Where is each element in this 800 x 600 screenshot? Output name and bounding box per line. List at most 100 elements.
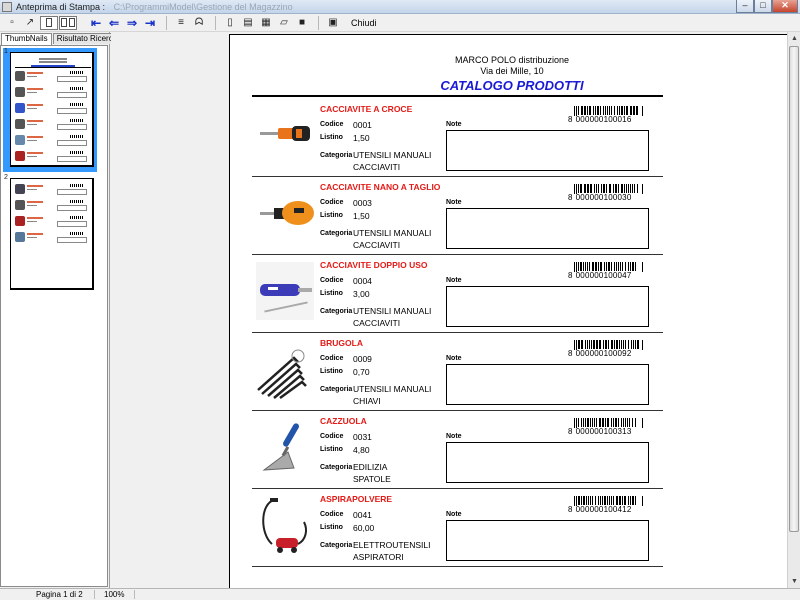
- barcode-number: 8 000000100047: [568, 271, 631, 280]
- two-pages-icon[interactable]: [59, 15, 77, 30]
- vertical-scrollbar[interactable]: ▲ ▼: [787, 32, 800, 588]
- notes-label: Note: [446, 277, 462, 284]
- barcode-bar: [597, 106, 599, 115]
- barcode-bar: [584, 184, 586, 193]
- product-name: ASPIRAPOLVERE: [320, 494, 393, 504]
- barcode-bar: [636, 106, 638, 115]
- notes-box: [446, 520, 649, 561]
- cursor-icon[interactable]: ↗: [22, 15, 38, 31]
- scroll-up-icon[interactable]: ▲: [788, 32, 800, 45]
- barcode-bar: [620, 262, 621, 271]
- toolbar-separator: [215, 15, 216, 30]
- barcode-bar: [621, 340, 622, 349]
- category-label: Categoria: [320, 152, 353, 159]
- first-page-icon[interactable]: ⇤: [88, 15, 104, 31]
- barcode-left-digits: 000000: [575, 193, 604, 202]
- minimize-icon[interactable]: –: [736, 0, 754, 13]
- print-icon[interactable]: ▦: [258, 15, 274, 31]
- exit-icon[interactable]: ▣: [325, 15, 341, 31]
- window-title: Anteprima di Stampa : C:\ProgrammiModel\…: [16, 2, 293, 12]
- tab-thumbnails[interactable]: ThumbNails: [1, 33, 52, 45]
- scrollbar-thumb[interactable]: [789, 46, 799, 532]
- thumbnail-number: 2: [4, 174, 8, 181]
- open-folder-icon[interactable]: ▱: [276, 15, 292, 31]
- scroll-down-icon[interactable]: ▼: [788, 575, 800, 588]
- barcode-bar: [587, 418, 589, 427]
- barcode-bar: [580, 184, 582, 193]
- zoom-in-icon[interactable]: ▫: [4, 15, 20, 31]
- category-name: UTENSILI MANUALI: [353, 150, 432, 160]
- barcode-bar: [626, 184, 627, 193]
- notes-box: [446, 364, 649, 405]
- barcode-bar: [583, 262, 584, 271]
- close-button[interactable]: Chiudi: [351, 18, 377, 28]
- next-page-icon[interactable]: ⇒: [124, 15, 140, 31]
- save-icon[interactable]: ■: [294, 15, 310, 31]
- barcode-bar: [615, 418, 617, 427]
- company-name: MARCO POLO distribuzione: [454, 55, 570, 65]
- status-separator: [134, 590, 135, 599]
- barcode-left-digits: 000000: [575, 427, 604, 436]
- barcode-bar: [608, 340, 609, 349]
- barcode-bar: [594, 184, 595, 193]
- find-icon[interactable]: ≡: [173, 15, 189, 31]
- product-category: UTENSILI MANUALI CACCIAVITI: [353, 149, 431, 173]
- product-price: 60,00: [353, 523, 375, 533]
- product-category: UTENSILI MANUALI CHIAVI: [353, 383, 431, 407]
- barcode-check-digit: 2: [626, 505, 632, 514]
- notes-label: Note: [446, 433, 462, 440]
- notes-box: [446, 208, 649, 249]
- barcode-bar: [590, 496, 591, 505]
- thumbnail-page-2[interactable]: 2: [3, 174, 97, 294]
- price-label: Listino: [320, 524, 343, 531]
- thumbnail-number: 1: [4, 48, 8, 55]
- barcode-right-digits: 10001: [603, 115, 627, 124]
- page-indicator: Pagina 1 di 2: [36, 590, 83, 599]
- export-icon[interactable]: ▤: [240, 15, 256, 31]
- last-page-icon[interactable]: ⇥: [142, 15, 158, 31]
- code-label: Codice: [320, 433, 344, 440]
- barcode-bar: [588, 496, 589, 505]
- subcategory-name: SPATOLE: [353, 474, 391, 484]
- barcode-bar: [578, 340, 580, 349]
- barcode-bar: [601, 184, 602, 193]
- notes-label: Note: [446, 199, 462, 206]
- barcode-right-digits: 10004: [603, 271, 627, 280]
- code-label: Codice: [320, 511, 344, 518]
- new-document-icon[interactable]: ▯: [222, 15, 238, 31]
- barcode-bar: [642, 184, 643, 194]
- barcode-bar: [604, 496, 606, 505]
- binoculars-icon[interactable]: ᗣ: [191, 15, 207, 31]
- barcode-bar: [578, 184, 579, 193]
- barcode-bar: [600, 106, 601, 115]
- barcode-bar: [584, 106, 586, 115]
- barcode-bar: [602, 418, 604, 427]
- previous-page-icon[interactable]: ⇐: [106, 15, 122, 31]
- product-category: EDILIZIA SPATOLE: [353, 461, 391, 485]
- barcode-bar: [585, 262, 586, 271]
- barcode-bar: [585, 340, 586, 349]
- barcode-bar: [623, 340, 624, 349]
- close-icon[interactable]: ✕: [772, 0, 798, 13]
- vacuum-cleaner-icon: [262, 498, 307, 553]
- barcode-bar: [611, 418, 612, 427]
- thumbnail-page-1[interactable]: 1: [3, 48, 97, 172]
- barcode-bar: [614, 340, 615, 349]
- barcode-bar: [589, 262, 590, 271]
- barcode-lead-digit: 8: [568, 193, 573, 202]
- barcode-bar: [593, 106, 594, 115]
- subcategory-name: CACCIAVITI: [353, 162, 401, 172]
- barcode-right-digits: 10031: [603, 427, 627, 436]
- barcode-bar: [603, 340, 604, 349]
- barcode-bar: [619, 496, 621, 505]
- barcode-lead-digit: 8: [568, 427, 573, 436]
- maximize-icon[interactable]: □: [754, 0, 772, 13]
- barcode-bar: [596, 340, 598, 349]
- barcode-bar: [632, 418, 633, 427]
- barcode-bar: [618, 184, 619, 193]
- barcode-bar: [632, 496, 634, 505]
- barcode-bar: [578, 106, 579, 115]
- barcode-bar: [608, 262, 610, 271]
- single-page-icon[interactable]: [40, 15, 58, 30]
- barcode-bar: [586, 496, 587, 505]
